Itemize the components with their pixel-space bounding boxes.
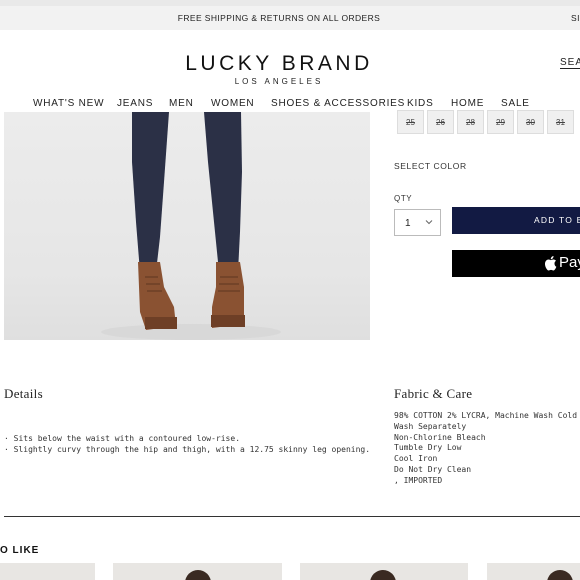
sign-in-link[interactable]: SIG — [571, 13, 580, 23]
qty-select[interactable]: 1 — [394, 209, 441, 236]
nav-item-shoes-accessories[interactable]: SHOES & ACCESSORIES — [271, 98, 405, 109]
size-option[interactable]: 30 — [517, 110, 544, 134]
fabric-care-line: Tumble Dry Low — [394, 443, 462, 453]
jeans-boots-photo — [101, 112, 281, 340]
reco-product-card[interactable] — [487, 563, 580, 580]
fabric-care-line: , IMPORTED — [394, 475, 443, 485]
apple-pay-label: Pay — [559, 254, 580, 271]
reco-product-card[interactable] — [300, 563, 468, 580]
qty-label: QTY — [394, 194, 413, 203]
details-bullets: · Sits below the waist with a contoured … — [4, 433, 370, 455]
brand-logo[interactable]: LUCKY BRAND — [0, 52, 558, 76]
fabric-care-heading: Fabric & Care — [394, 386, 473, 401]
apple-logo-icon — [544, 256, 557, 271]
fabric-care-line: Non-Chlorine Bleach — [394, 432, 486, 442]
apple-pay-button[interactable]: Pay — [452, 250, 580, 277]
search-field[interactable]: SEA — [560, 57, 580, 69]
size-option[interactable]: 25 — [397, 110, 424, 134]
fabric-care-line: 98% COTTON 2% LYCRA, Machine Wash Cold — [394, 411, 578, 420]
size-option[interactable]: 26 — [427, 110, 454, 134]
size-option[interactable]: 31 — [547, 110, 574, 134]
reco-product-card[interactable] — [0, 563, 95, 580]
model-photo — [185, 570, 211, 580]
qty-value: 1 — [405, 218, 411, 229]
nav-item-men[interactable]: MEN — [169, 98, 194, 109]
size-option[interactable]: 28 — [457, 110, 484, 134]
fabric-care-line: Wash Separately — [394, 421, 467, 431]
section-divider — [4, 516, 580, 517]
model-photo — [370, 570, 396, 580]
nav-item-jeans[interactable]: JEANS — [117, 98, 153, 109]
nav-item-home[interactable]: HOME — [451, 98, 484, 109]
select-color-label: SELECT COLOR — [394, 161, 467, 171]
nav-item-whats-new[interactable]: WHAT'S NEW — [33, 98, 104, 109]
product-image[interactable] — [4, 112, 370, 340]
chevron-down-icon — [425, 220, 433, 225]
model-photo — [547, 570, 573, 580]
details-bullet: · Sits below the waist with a contoured … — [4, 434, 241, 443]
brand-logo-subtitle: LOS ANGELES — [234, 77, 324, 86]
promo-message[interactable]: FREE SHIPPING & RETURNS ON ALL ORDERS — [0, 13, 558, 23]
add-to-bag-button[interactable]: ADD TO BA — [452, 207, 580, 234]
details-bullet: · Slightly curvy through the hip and thi… — [4, 445, 371, 454]
promo-banner: FREE SHIPPING & RETURNS ON ALL ORDERS SI… — [0, 6, 580, 30]
fabric-care-line: Do Not Dry Clean — [394, 464, 472, 474]
nav-item-sale[interactable]: SALE — [501, 98, 530, 109]
nav-item-women[interactable]: WOMEN — [211, 98, 254, 109]
details-heading: Details — [4, 386, 43, 401]
nav-item-kids[interactable]: KIDS — [407, 98, 434, 109]
also-like-heading: O LIKE — [0, 545, 40, 556]
fabric-care-line: Cool Iron — [394, 454, 438, 464]
size-option[interactable]: 29 — [487, 110, 514, 134]
reco-product-card[interactable] — [113, 563, 282, 580]
fabric-care-list: 98% COTTON 2% LYCRA, Machine Wash Cold W… — [394, 411, 577, 487]
